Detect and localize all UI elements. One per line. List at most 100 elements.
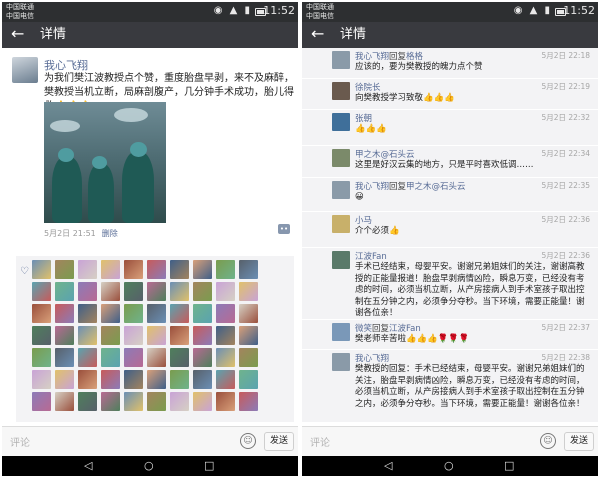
liker-avatar[interactable] — [170, 282, 189, 301]
commenter-name-text[interactable]: 我心飞翔 — [355, 52, 389, 62]
liker-avatar[interactable] — [78, 260, 97, 279]
commenter-name-text[interactable]: 甲之木@石头云 — [355, 150, 415, 160]
liker-avatar[interactable] — [78, 392, 97, 411]
liker-avatar[interactable] — [78, 304, 97, 323]
commenter-avatar[interactable] — [332, 82, 350, 100]
commenter-name[interactable]: 徐院长 — [355, 81, 381, 93]
liker-avatar[interactable] — [32, 304, 51, 323]
reply-target-name[interactable]: 江波Fan — [389, 324, 421, 334]
liker-avatar[interactable] — [55, 326, 74, 345]
liker-avatar[interactable] — [216, 370, 235, 389]
nav-home-icon[interactable]: ○ — [444, 459, 454, 473]
comment-item[interactable]: 张朝 5月2日 22:32 👍👍👍 — [302, 110, 598, 145]
comment-item[interactable]: 甲之木@石头云 5月2日 22:34 这里是好汉云集的地方，只是平时喜欢低调…… — [302, 146, 598, 177]
nav-recent-icon[interactable]: □ — [504, 459, 514, 473]
commenter-name[interactable]: 甲之木@石头云 — [355, 148, 415, 160]
nav-back-icon[interactable]: ◁ — [384, 459, 392, 473]
commenter-name[interactable]: 我心飞翔 — [355, 352, 389, 364]
liker-avatar[interactable] — [170, 326, 189, 345]
liker-avatar[interactable] — [32, 260, 51, 279]
liker-avatar[interactable] — [101, 260, 120, 279]
liker-avatar[interactable] — [170, 370, 189, 389]
commenter-avatar[interactable] — [332, 149, 350, 167]
liker-avatar[interactable] — [216, 282, 235, 301]
liker-avatar[interactable] — [216, 260, 235, 279]
liker-avatar[interactable] — [78, 370, 97, 389]
nav-home-icon[interactable]: ○ — [144, 459, 154, 473]
liker-avatar[interactable] — [78, 326, 97, 345]
commenter-name-text[interactable]: 徐院长 — [355, 83, 381, 93]
commenter-avatar[interactable] — [332, 51, 350, 69]
liker-avatar[interactable] — [239, 326, 258, 345]
liker-avatar[interactable] — [216, 326, 235, 345]
liker-avatar[interactable] — [147, 282, 166, 301]
commenter-name[interactable]: 我心飞翔回复格格 — [355, 50, 423, 62]
liker-avatar[interactable] — [101, 348, 120, 367]
liker-avatar[interactable] — [101, 370, 120, 389]
liker-avatar[interactable] — [147, 326, 166, 345]
liker-avatar[interactable] — [55, 370, 74, 389]
liker-avatar[interactable] — [170, 260, 189, 279]
liker-avatar[interactable] — [32, 326, 51, 345]
liker-avatar[interactable] — [239, 260, 258, 279]
liker-avatar[interactable] — [32, 392, 51, 411]
liker-avatar[interactable] — [239, 370, 258, 389]
liker-avatar[interactable] — [55, 282, 74, 301]
comment-item[interactable]: 我心飞翔回复格格 5月2日 22:18 应该的，要为樊教授的魄力点个赞 — [302, 48, 598, 78]
liker-avatar[interactable] — [124, 282, 143, 301]
liker-avatar[interactable] — [147, 370, 166, 389]
liker-avatar[interactable] — [124, 348, 143, 367]
author-avatar[interactable] — [12, 57, 38, 83]
commenter-name[interactable]: 江波Fan — [355, 250, 387, 262]
smiley-icon[interactable]: ☺ — [240, 433, 256, 449]
liker-avatar[interactable] — [147, 304, 166, 323]
liker-avatar[interactable] — [124, 370, 143, 389]
liker-avatar[interactable] — [193, 282, 212, 301]
liker-avatar[interactable] — [193, 326, 212, 345]
commenter-name-text[interactable]: 张朝 — [355, 114, 372, 124]
liker-avatar[interactable] — [32, 348, 51, 367]
liker-avatar[interactable] — [101, 326, 120, 345]
liker-avatar[interactable] — [193, 392, 212, 411]
liker-avatar[interactable] — [124, 392, 143, 411]
liker-avatar[interactable] — [170, 304, 189, 323]
liker-avatar[interactable] — [216, 348, 235, 367]
delete-link[interactable]: 删除 — [102, 229, 118, 238]
liker-avatar[interactable] — [124, 326, 143, 345]
smiley-icon[interactable]: ☺ — [540, 433, 556, 449]
comment-item[interactable]: 小马 5月2日 22:36 介个必须👍 — [302, 212, 598, 247]
liker-avatar[interactable] — [216, 392, 235, 411]
commenter-name-text[interactable]: 江波Fan — [355, 252, 387, 262]
reply-target-name[interactable]: 甲之木@石头云 — [406, 182, 466, 192]
comment-item[interactable]: 微笑回复江波Fan 5月2日 22:37 樊老师辛苦啦👍👍👍🌹🌹🌹 — [302, 320, 598, 349]
commenter-avatar[interactable] — [332, 113, 350, 131]
commenter-avatar[interactable] — [332, 251, 350, 269]
commenter-name[interactable]: 小马 — [355, 214, 372, 226]
liker-avatar[interactable] — [55, 392, 74, 411]
comment-action-icon[interactable]: •• — [278, 224, 290, 234]
commenter-avatar[interactable] — [332, 181, 350, 199]
liker-avatar[interactable] — [32, 370, 51, 389]
comment-input[interactable]: 评论 — [10, 434, 30, 449]
commenter-name-text[interactable]: 微笑 — [355, 324, 372, 334]
comment-item[interactable]: 徐院长 5月2日 22:19 向樊教授学习致敬👍👍👍 — [302, 79, 598, 109]
liker-avatar[interactable] — [124, 304, 143, 323]
send-button[interactable]: 发送 — [264, 432, 294, 451]
liker-avatar[interactable] — [124, 260, 143, 279]
send-button[interactable]: 发送 — [564, 432, 594, 451]
liker-avatar[interactable] — [147, 348, 166, 367]
liker-avatar[interactable] — [239, 282, 258, 301]
surgery-photo[interactable] — [44, 102, 166, 223]
nav-back-icon[interactable]: ◁ — [84, 459, 92, 473]
liker-avatar[interactable] — [101, 282, 120, 301]
comment-item[interactable]: 我心飞翔回复甲之木@石头云 5月2日 22:35 😀 — [302, 178, 598, 211]
liker-avatar[interactable] — [170, 348, 189, 367]
commenter-avatar[interactable] — [332, 353, 350, 371]
liker-avatar[interactable] — [193, 304, 212, 323]
commenter-avatar[interactable] — [332, 323, 350, 341]
liker-avatar[interactable] — [78, 348, 97, 367]
liker-avatar[interactable] — [55, 304, 74, 323]
comment-item[interactable]: 我心飞翔 5月2日 22:38 樊教授的回复：手术已经结束，母婴平安。谢谢兄弟姐妹们… — [302, 350, 598, 422]
liker-avatar[interactable] — [55, 260, 74, 279]
commenter-name-text[interactable]: 小马 — [355, 216, 372, 226]
